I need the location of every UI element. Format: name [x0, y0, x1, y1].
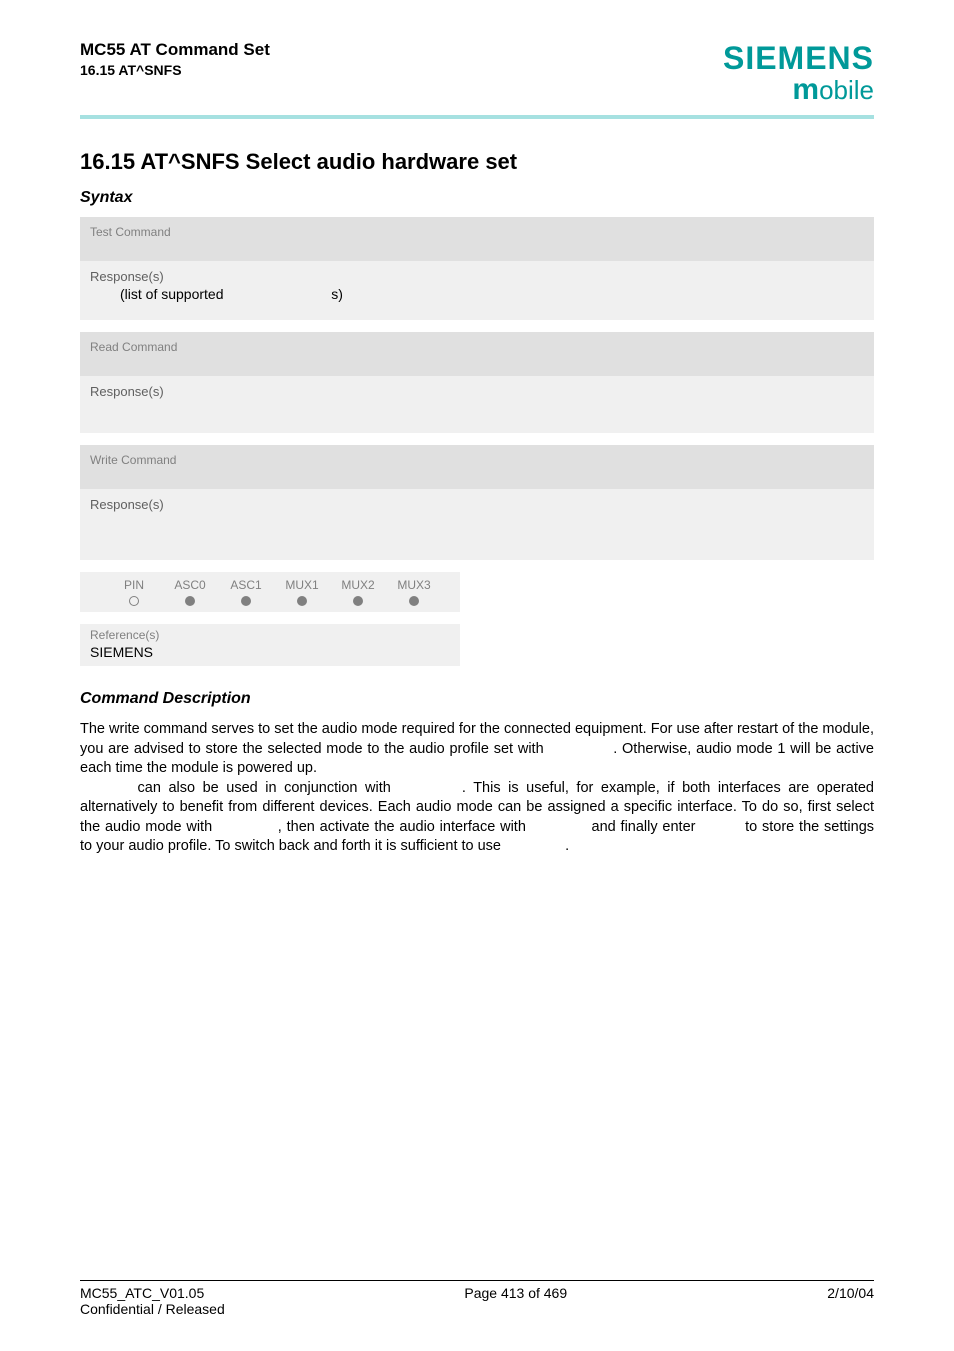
footer-divider	[80, 1280, 874, 1281]
footer-left1: MC55_ATC_V01.05	[80, 1285, 204, 1301]
footer-center: Page 413 of 469	[464, 1285, 567, 1301]
write-command-block: Write Command Response(s)	[80, 445, 874, 560]
brand-siemens-text: SIEMENS	[723, 40, 874, 77]
brand-mobile-text: mobile	[723, 73, 874, 107]
write-response-label: Response(s)	[90, 497, 864, 512]
write-command-body: Response(s)	[80, 489, 874, 560]
indicator-label: PIN	[124, 578, 144, 592]
brand-logo: SIEMENS mobile	[723, 40, 874, 107]
dot-filled-icon	[185, 596, 195, 606]
footer-left2: Confidential / Released	[80, 1301, 874, 1317]
indicator-col-mux3: MUX3	[386, 578, 442, 606]
test-command-block: Test Command Response(s) (list of suppor…	[80, 217, 874, 320]
syntax-label: Syntax	[80, 189, 874, 207]
brand-mobile-m: m	[792, 73, 819, 106]
indicator-col-asc1: ASC1	[218, 578, 274, 606]
indicator-col-asc0: ASC0	[162, 578, 218, 606]
reference-block: Reference(s) SIEMENS	[80, 624, 460, 666]
test-response-b: s)	[331, 286, 343, 302]
test-response-label: Response(s)	[90, 269, 864, 284]
footer-right: 2/10/04	[827, 1285, 874, 1301]
dot-filled-icon	[241, 596, 251, 606]
indicator-label: MUX2	[341, 578, 374, 592]
doc-title: MC55 AT Command Set	[80, 40, 270, 60]
doc-subtitle: 16.15 AT^SNFS	[80, 62, 270, 78]
desc-p2f: .	[565, 838, 569, 854]
dot-open-icon	[129, 596, 139, 606]
write-command-header: Write Command	[80, 445, 874, 489]
indicator-label: MUX3	[397, 578, 430, 592]
indicator-bar: PIN ASC0 ASC1 MUX1 MUX2 MUX3	[80, 572, 460, 612]
header-divider	[80, 115, 874, 119]
indicator-label: ASC1	[230, 578, 261, 592]
test-response-a: (list of supported	[120, 286, 227, 302]
section-heading: 16.15 AT^SNFS Select audio hardware set	[80, 149, 874, 175]
reference-value: SIEMENS	[90, 644, 450, 660]
command-description-body: The write command serves to set the audi…	[80, 720, 874, 857]
desc-p2c: , then activate the audio interface with	[278, 819, 531, 835]
test-command-header: Test Command	[80, 217, 874, 261]
read-command-body: Response(s)	[80, 376, 874, 433]
read-command-block: Read Command Response(s)	[80, 332, 874, 433]
test-command-body: Response(s) (list of supported s)	[80, 261, 874, 320]
page-footer: MC55_ATC_V01.05 Page 413 of 469 2/10/04 …	[80, 1280, 874, 1317]
indicator-col-mux1: MUX1	[274, 578, 330, 606]
dot-filled-icon	[353, 596, 363, 606]
dot-filled-icon	[409, 596, 419, 606]
test-response-line: (list of supported s)	[90, 286, 864, 302]
indicator-col-pin: PIN	[106, 578, 162, 606]
command-description-heading: Command Description	[80, 690, 874, 708]
indicator-label: ASC0	[174, 578, 205, 592]
desc-p2d: and finally enter	[592, 819, 701, 835]
desc-p2a: can also be used in conjunction with	[138, 780, 399, 796]
read-response-label: Response(s)	[90, 384, 864, 399]
reference-label: Reference(s)	[90, 628, 450, 642]
read-command-header: Read Command	[80, 332, 874, 376]
brand-mobile-rest: obile	[819, 75, 874, 105]
indicator-col-mux2: MUX2	[330, 578, 386, 606]
indicator-label: MUX1	[285, 578, 318, 592]
dot-filled-icon	[297, 596, 307, 606]
